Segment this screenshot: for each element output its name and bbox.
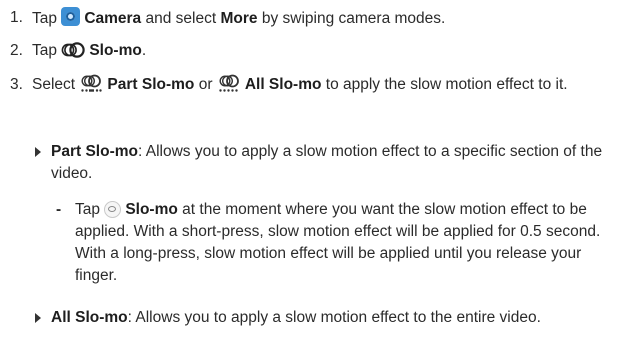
step-number: 2. <box>10 42 23 59</box>
slo-mo-record-label: Slo-mo <box>125 201 178 218</box>
more-label: More <box>220 10 258 27</box>
step-number: 3. <box>10 76 23 93</box>
part-slo-mo-icon <box>79 74 103 101</box>
part-slo-mo-term: Part Slo-mo <box>51 143 138 160</box>
all-slo-mo-label: All Slo-mo <box>244 76 322 93</box>
triangle-bullet-icon <box>34 141 44 163</box>
slo-mo-record-icon <box>104 201 122 218</box>
step-text: Tap Slo-mo. <box>32 40 620 66</box>
camera-icon <box>61 7 81 26</box>
step-text: Select Part Slo-mo or All Slo-mo to appl… <box>32 74 620 101</box>
all-slo-mo-term: All Slo-mo <box>51 309 128 326</box>
all-slo-mo-description: All Slo-mo: Allows you to apply a slow m… <box>51 309 541 326</box>
part-slo-mo-description: Part Slo-mo: Allows you to apply a slow … <box>51 143 603 182</box>
triangle-bullet-icon <box>34 307 44 329</box>
slo-mo-label: Slo-mo <box>89 42 142 59</box>
step-text: Tap Camera and select More by swiping ca… <box>32 7 620 30</box>
dash-bullet: - <box>56 201 62 218</box>
slo-mo-icon <box>61 41 86 66</box>
all-slo-mo-icon <box>217 74 241 101</box>
part-slo-mo-detail-text: Tap Slo-mo at the moment where you want … <box>75 201 601 284</box>
part-slo-mo-label: Part Slo-mo <box>107 76 195 93</box>
camera-label: Camera <box>84 10 142 27</box>
step-number: 1. <box>10 9 23 26</box>
instructions-page: 1. Tap Camera and select More by swiping… <box>0 0 634 357</box>
